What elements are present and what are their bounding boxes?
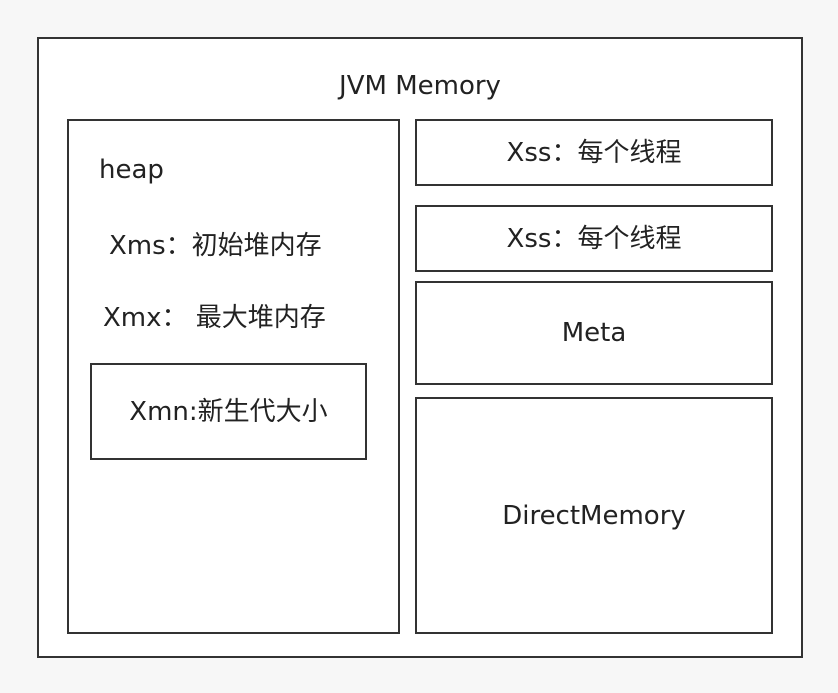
meta-box: Meta <box>415 281 773 385</box>
xss-box-2: Xss：每个线程 <box>415 205 773 272</box>
xss-label-1: Xss：每个线程 <box>506 137 682 168</box>
xmn-label: Xmn:新生代大小 <box>129 396 328 427</box>
meta-label: Meta <box>561 318 627 348</box>
direct-memory-label: DirectMemory <box>502 500 686 531</box>
heap-label: heap <box>99 155 164 185</box>
diagram-title: JVM Memory <box>339 71 501 101</box>
xmx-label: Xmx： 最大堆内存 <box>103 303 326 333</box>
xms-label: Xms：初始堆内存 <box>109 231 322 261</box>
xmn-box: Xmn:新生代大小 <box>90 363 367 460</box>
xss-label-2: Xss：每个线程 <box>506 223 682 254</box>
xss-box-1: Xss：每个线程 <box>415 119 773 186</box>
direct-memory-box: DirectMemory <box>415 397 773 634</box>
